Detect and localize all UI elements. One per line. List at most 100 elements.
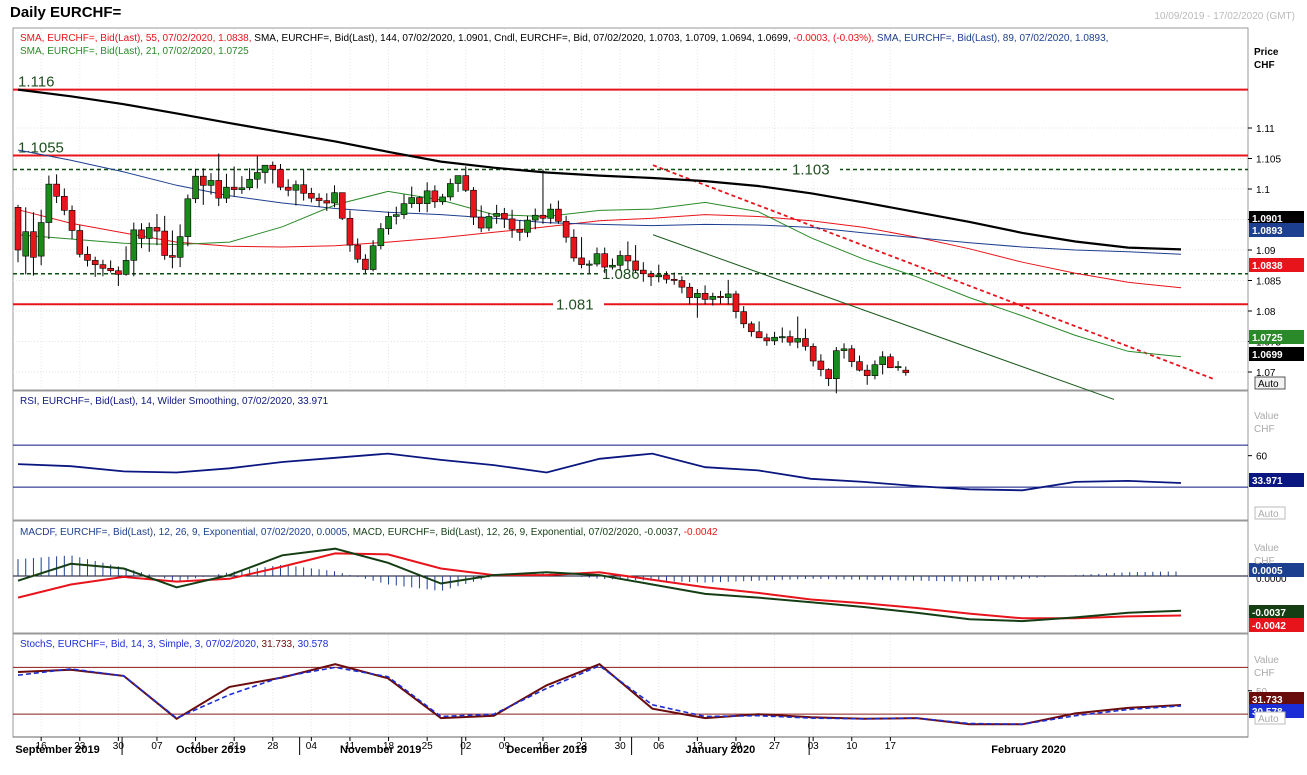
month-label: October 2019 <box>176 744 246 756</box>
candle-body <box>516 228 524 233</box>
candle-body <box>786 336 794 343</box>
stoch-legend: StochS, EURCHF=, Bid, 14, 3, Simple, 3, … <box>20 639 329 650</box>
candle-body <box>539 214 547 219</box>
candle-body <box>408 197 416 204</box>
candle-body <box>254 172 261 180</box>
candle-body <box>392 214 400 217</box>
legend-stoch-k: 31.733, <box>262 639 298 650</box>
stoch-auto-button[interactable]: Auto <box>1254 711 1286 725</box>
candle-body <box>315 197 323 201</box>
candle-body <box>346 217 354 246</box>
candle-body <box>169 255 176 258</box>
candle-body <box>215 180 223 199</box>
candle-body <box>45 183 53 223</box>
candle-body <box>22 231 30 257</box>
candle-body <box>578 257 585 265</box>
candle-body <box>555 208 562 222</box>
tag-sma55: 1.0838 <box>1252 261 1283 272</box>
price-legend: SMA, EURCHF=, Bid(Last), 55, 07/02/2020,… <box>20 33 1108 44</box>
candle-body <box>802 338 809 347</box>
x-tick-label: 06 <box>653 741 665 752</box>
candle-body <box>447 183 454 198</box>
candle-body <box>91 260 99 265</box>
candle-body <box>647 273 655 278</box>
candle-body <box>331 192 338 204</box>
legend-macd: MACD, EURCHF=, Bid(Last), 12, 26, 9, Exp… <box>353 527 684 538</box>
candle-body <box>740 311 747 325</box>
candle-body <box>670 278 678 281</box>
rsi-auto-label: Auto <box>1258 509 1279 520</box>
tag-signal: -0.0042 <box>1252 621 1286 632</box>
x-tick-label: 28 <box>267 741 279 752</box>
candle-body <box>547 208 554 219</box>
candle-body <box>84 253 91 261</box>
candle-body <box>37 222 45 257</box>
candle-body <box>848 348 856 362</box>
candle-body <box>501 213 508 220</box>
candle-body <box>840 348 848 351</box>
tag-sma89: 1.0893 <box>1252 226 1283 237</box>
legend-sma55: SMA, EURCHF=, Bid(Last), 55, 07/02/2020,… <box>20 33 254 44</box>
month-label: January 2020 <box>686 744 756 756</box>
price-axis-title: Price <box>1254 47 1279 58</box>
candle-body <box>724 293 732 298</box>
stoch-auto-label: Auto <box>1258 714 1279 725</box>
price-auto-button[interactable]: Auto <box>1254 376 1286 390</box>
price-tick-label: 1.11 <box>1256 124 1275 135</box>
candle-body <box>176 236 184 258</box>
price-axis-unit: CHF <box>1254 60 1275 71</box>
candle-body <box>755 331 763 339</box>
tag-rsi: 33.971 <box>1252 476 1283 487</box>
candle-body <box>199 175 207 186</box>
candle-body <box>694 293 701 298</box>
candle-body <box>678 280 686 288</box>
candle-body <box>246 178 253 189</box>
candle-body <box>732 293 740 312</box>
candle-body <box>493 213 500 217</box>
candle-body <box>524 219 531 233</box>
candle-body <box>223 186 230 199</box>
price-panel <box>12 27 1249 391</box>
candle-body <box>585 263 593 266</box>
candle-body <box>562 221 570 238</box>
candle-body <box>616 255 624 266</box>
x-tick-label: 17 <box>885 741 897 752</box>
chart-window: Daily EURCHF= 10/09/2019 - 17/02/2020 (G… <box>0 0 1307 775</box>
candle-body <box>184 198 192 237</box>
month-label: November 2019 <box>340 744 421 756</box>
candle-body <box>609 264 616 268</box>
price-tick-label: 1.085 <box>1256 277 1281 288</box>
candle-body <box>354 244 361 260</box>
rsi-auto-button[interactable]: Auto <box>1254 506 1286 520</box>
candle-body <box>902 369 910 373</box>
candle-body <box>323 200 331 204</box>
candle-body <box>292 184 300 191</box>
tag-macd: -0.0037 <box>1252 608 1286 619</box>
rsi-axis-unit: CHF <box>1254 424 1275 435</box>
candle-body <box>771 336 778 342</box>
x-tick-label: 25 <box>422 741 434 752</box>
price-tick-label: 1.09 <box>1256 246 1276 257</box>
legend-stoch: StochS, EURCHF=, Bid, 14, 3, Simple, 3, … <box>20 639 262 650</box>
candle-body <box>145 227 153 239</box>
candle-body <box>593 253 601 265</box>
legend-signal: -0.0042 <box>684 527 718 538</box>
candle-body <box>99 264 107 269</box>
candle-body <box>76 230 84 255</box>
candle-body <box>161 230 168 256</box>
chart-canvas[interactable]: 1.1161.10551.1031.0861.081 1.111.1051.11… <box>0 0 1307 775</box>
price-tick-label: 1.1 <box>1256 185 1270 196</box>
stoch-axis-unit: CHF <box>1254 668 1275 679</box>
candle-body <box>879 356 886 365</box>
legend-candles: Cndl, EURCHF=, Bid, 07/02/2020, 1.0703, … <box>494 33 793 44</box>
candle-body <box>284 186 292 191</box>
macd-axis-unit: CHF <box>1254 556 1275 567</box>
stoch-axis-title: Value <box>1254 655 1279 666</box>
candle-body <box>68 210 76 231</box>
candle-body <box>663 274 670 280</box>
month-label: September 2019 <box>15 744 99 756</box>
candle-body <box>863 369 871 376</box>
candle-body <box>107 267 114 272</box>
candle-body <box>61 196 68 211</box>
candle-body <box>871 364 879 376</box>
